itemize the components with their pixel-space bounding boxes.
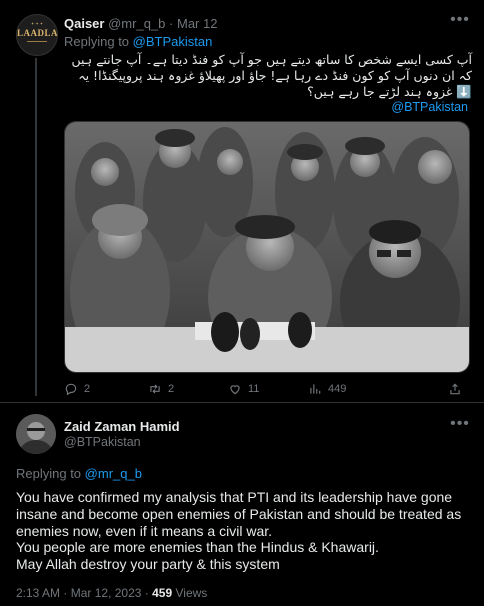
thread-line — [35, 58, 37, 396]
author-handle[interactable]: @BTPakistan — [64, 435, 141, 449]
retweet-icon — [150, 384, 160, 394]
views-icon — [310, 384, 321, 394]
tweet-text-line: You people are more enemies than the Hin… — [16, 539, 379, 556]
more-options-icon[interactable]: ••• — [448, 415, 472, 433]
avatar-photo-icon — [16, 414, 56, 454]
more-options-icon[interactable]: ••• — [448, 11, 472, 28]
avatar[interactable]: ✦ ✦ ✦ LAADLA — [16, 14, 58, 56]
separator: · — [169, 16, 174, 31]
reply-button[interactable]: 2 — [64, 381, 90, 397]
replying-to: Replying to @BTPakistan — [64, 34, 213, 49]
views-label: Views — [175, 586, 208, 600]
replying-to: Replying to @mr_q_b — [16, 466, 142, 481]
like-count: 11 — [248, 383, 260, 395]
author-name[interactable]: Zaid Zaman Hamid — [64, 419, 180, 434]
tweet-photo[interactable] — [64, 121, 470, 373]
tweet-actions: 2 2 11 449 — [64, 381, 468, 397]
mention-link[interactable]: @BTPakistan — [64, 100, 468, 114]
replying-to-handle[interactable]: @mr_q_b — [85, 466, 142, 481]
replying-to-handle[interactable]: @BTPakistan — [133, 34, 213, 49]
retweet-count: 2 — [168, 383, 175, 395]
tweet-time[interactable]: 2:13 AM — [16, 586, 60, 600]
like-button[interactable]: 11 — [228, 381, 259, 397]
heart-icon — [230, 385, 240, 395]
surrender-photo-image — [65, 122, 469, 372]
avatar[interactable] — [16, 414, 56, 454]
tweet-text-line: May Allah destroy your party & this syst… — [16, 556, 280, 573]
tweet-header: Qaiser @mr_q_b · Mar 12 — [64, 16, 217, 31]
views-count: 449 — [328, 383, 347, 395]
share-icon — [450, 383, 460, 395]
avatar-logo-text: LAADLA — [17, 28, 58, 38]
reply-icon — [65, 383, 77, 396]
tweet-meta: 2:13 AM · Mar 12, 2023 · 459 Views — [16, 586, 208, 600]
views-count: 459 — [152, 586, 173, 600]
author-handle[interactable]: @mr_q_b — [108, 16, 165, 31]
views-button[interactable]: 449 — [308, 381, 346, 397]
tweet-text-line: You have confirmed my analysis that PTI … — [16, 489, 462, 539]
retweet-button[interactable]: 2 — [148, 381, 174, 397]
tweet-date[interactable]: Mar 12 — [177, 16, 217, 31]
divider — [0, 402, 484, 403]
tweet-date[interactable]: Mar 12, 2023 — [71, 586, 142, 600]
tweet-text: آپ کسی ایسے شخص کا ساتھ دیتے ہیں جو آپ ک… — [71, 52, 473, 99]
reply-count: 2 — [84, 383, 91, 395]
tweet-text: You have confirmed my analysis that PTI … — [16, 489, 472, 573]
author-name[interactable]: Qaiser — [64, 16, 104, 31]
share-button[interactable] — [448, 381, 462, 397]
